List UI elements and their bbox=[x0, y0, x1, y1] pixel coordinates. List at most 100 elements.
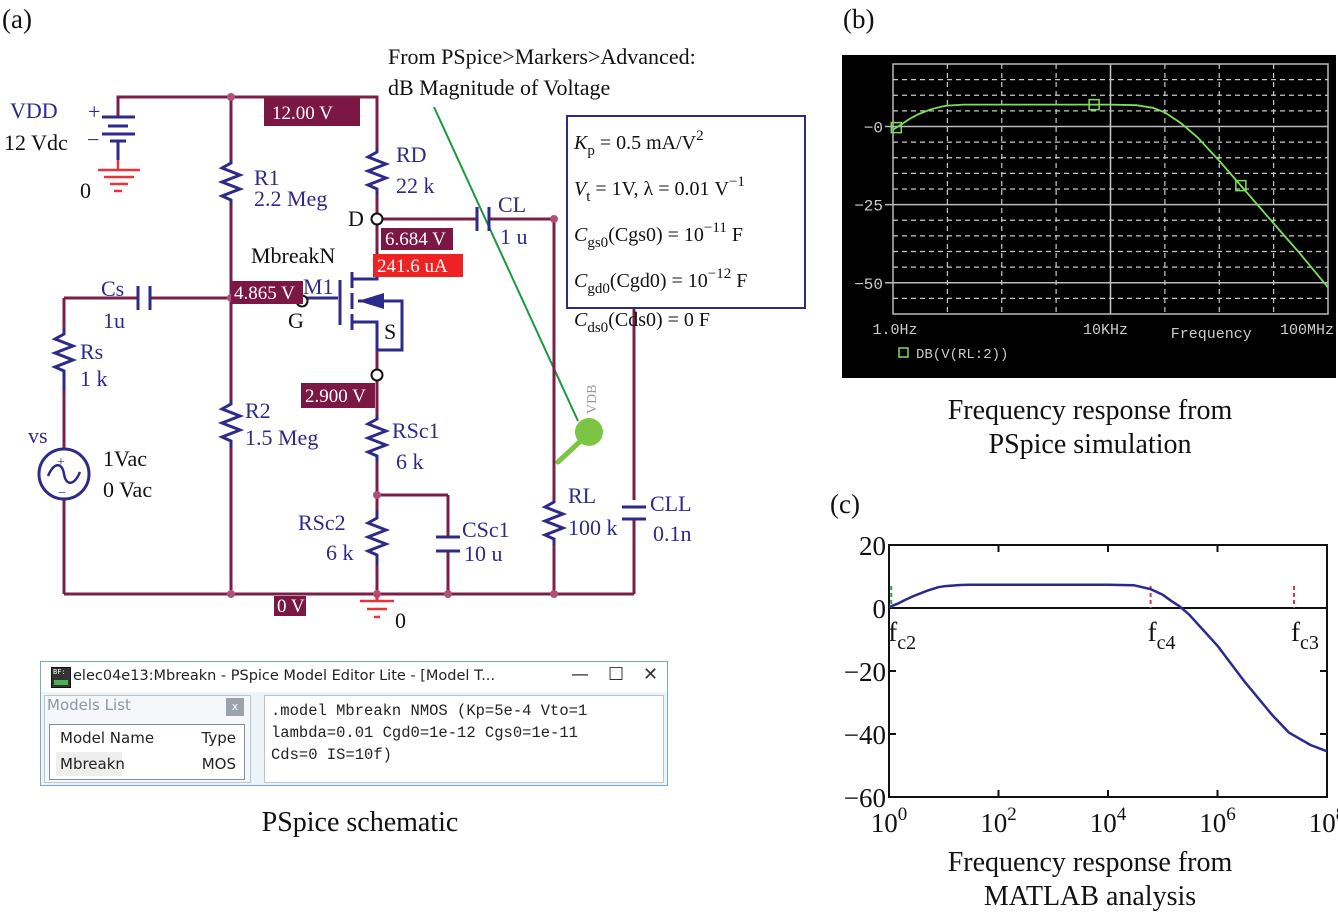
svg-text:12.00 V: 12.00 V bbox=[272, 103, 333, 124]
window-title: elec04e13:Mbreakn - PSpice Model Editor … bbox=[73, 668, 496, 684]
svg-text:6.684 V: 6.684 V bbox=[385, 229, 446, 250]
vdd-value: 12 Vdc bbox=[4, 130, 68, 155]
y-tick-label: −50 bbox=[854, 276, 883, 294]
r2-resistor-icon bbox=[217, 400, 245, 448]
r2-value: 1.5 Meg bbox=[245, 425, 318, 450]
mosfet-arrow-icon bbox=[358, 293, 384, 309]
cs-capacitor-icon bbox=[136, 286, 152, 310]
panel-label-c: (c) bbox=[830, 489, 860, 519]
model-editor-window: BF: elec04e13:Mbreakn - PSpice Model Edi… bbox=[40, 661, 668, 786]
table-row[interactable]: Mbreakn MOS bbox=[50, 751, 244, 777]
ground-icon-main bbox=[360, 594, 394, 619]
y-tick-label: −0 bbox=[864, 120, 883, 138]
annotation-line2: dB Magnitude of Voltage bbox=[388, 75, 610, 100]
series-line bbox=[888, 583, 1328, 753]
svg-text:241.6 uA: 241.6 uA bbox=[377, 256, 448, 277]
svg-text:4.865 V: 4.865 V bbox=[234, 283, 295, 304]
vdd-ground-label: 0 bbox=[80, 178, 91, 203]
panel-label-b: (b) bbox=[843, 4, 875, 34]
gate-label: G bbox=[288, 308, 304, 333]
rd-value: 22 k bbox=[396, 173, 435, 198]
cll-value: 0.1n bbox=[653, 521, 692, 546]
ground-icon-vdd bbox=[98, 160, 140, 193]
y-tick-label: 0 bbox=[873, 594, 887, 624]
cll-name: CLL bbox=[650, 491, 692, 516]
y-tick-label: −25 bbox=[854, 198, 883, 216]
column-model-name[interactable]: Model Name bbox=[60, 729, 154, 747]
legend-marker-icon bbox=[898, 347, 909, 358]
r2-name: R2 bbox=[245, 398, 271, 423]
vs-dc: 0 Vac bbox=[103, 477, 152, 502]
x-tick-label: 1.0Hz bbox=[872, 322, 917, 339]
drain-label: D bbox=[348, 206, 364, 231]
models-list-close-button[interactable]: x bbox=[226, 698, 244, 716]
bias-gate: 4.865 V bbox=[231, 281, 303, 304]
models-list-title: Models List bbox=[47, 696, 131, 714]
model-text-editor[interactable]: .model Mbreakn NMOS (Kp=5e-4 Vto=1 lambd… bbox=[264, 695, 664, 783]
caption-pspice-line1: Frequency response from bbox=[947, 395, 1233, 426]
caption-matlab-line1: Frequency response from bbox=[947, 847, 1233, 878]
vdd-minus: − bbox=[87, 127, 99, 152]
rsc1-resistor-icon bbox=[363, 415, 391, 462]
x-tick-label: 102 bbox=[980, 804, 1017, 838]
caption-pspice-line2: PSpice simulation bbox=[988, 429, 1192, 460]
ac-source-icon: + − bbox=[37, 447, 91, 501]
y-tick-label: −40 bbox=[844, 720, 886, 750]
window-titlebar[interactable]: BF: elec04e13:Mbreakn - PSpice Model Edi… bbox=[41, 662, 667, 692]
column-type[interactable]: Type bbox=[202, 729, 236, 747]
param-kp: Kp = 0.5 mA/V2 bbox=[574, 128, 704, 159]
rsc1-value: 6 k bbox=[396, 449, 424, 474]
row-model-name: Mbreakn bbox=[60, 755, 125, 773]
vdb-probe-label: VDB bbox=[585, 384, 600, 414]
bias-vdd: 12.00 V bbox=[264, 98, 360, 126]
rs-name: Rs bbox=[80, 339, 103, 364]
rs-value: 1 k bbox=[80, 366, 108, 391]
svg-text:+: + bbox=[57, 455, 65, 470]
annotation-line1: From PSpice>Markers>Advanced: bbox=[388, 44, 696, 69]
vs-ac: 1Vac bbox=[103, 446, 147, 471]
close-button[interactable]: ✕ bbox=[643, 664, 658, 685]
svg-text:2.900 V: 2.900 V bbox=[305, 386, 366, 407]
bias-drain: 6.684 V bbox=[381, 228, 453, 250]
drain-terminal bbox=[370, 212, 384, 226]
vs-name: vs bbox=[28, 423, 48, 448]
models-table-header: Model Name Type bbox=[50, 725, 244, 751]
minimize-button[interactable]: — bbox=[571, 664, 589, 685]
vdb-probe-icon bbox=[555, 418, 603, 465]
caption-pspice: Frequency response from PSpice simulatio… bbox=[880, 394, 1300, 462]
x-tick-label: 100MHz bbox=[1280, 322, 1334, 339]
x-tick-label: 106 bbox=[1199, 804, 1236, 838]
param-cds0: Cds0(Cds0) = 0 F bbox=[574, 309, 711, 336]
r1-value: 2.2 Meg bbox=[254, 186, 327, 211]
legend-label: DB(V(RL:2)) bbox=[916, 347, 1008, 363]
param-cgd0: Cgd0(Cgd0) = 10−12 F bbox=[574, 266, 748, 297]
cutoff-label-fc4: fc4 bbox=[1148, 617, 1176, 654]
app-icon: BF: bbox=[51, 667, 71, 688]
cl-name: CL bbox=[498, 192, 526, 217]
vdd-name: VDD bbox=[10, 98, 58, 123]
rsc2-value: 6 k bbox=[326, 540, 354, 565]
maximize-button[interactable]: ☐ bbox=[608, 664, 624, 685]
row-model-type: MOS bbox=[201, 755, 236, 773]
matlab-plot: 200−20−40−60100102104106108fc2fc4fc3 bbox=[844, 531, 1338, 838]
bias-source: 2.900 V bbox=[301, 383, 375, 408]
plot-frame bbox=[888, 544, 1328, 798]
param-vt: Vt = 1V, λ = 0.01 V−1 bbox=[574, 174, 745, 205]
model-parameters-box: Kp = 0.5 mA/V2 Vt = 1V, λ = 0.01 V−1 Cgs… bbox=[566, 115, 806, 336]
cs-name: Cs bbox=[101, 276, 124, 301]
x-tick-label: 100 bbox=[871, 804, 908, 838]
vdd-plus: + bbox=[88, 99, 100, 124]
cl-value: 1 u bbox=[500, 224, 528, 249]
r1-resistor-icon bbox=[217, 160, 245, 205]
vdd-battery-icon bbox=[102, 115, 135, 160]
models-list-panel: Models List x Model Name Type Mbreakn MO… bbox=[44, 695, 251, 783]
m1-name: M1 bbox=[303, 274, 334, 299]
caption-matlab: Frequency response from MATLAB analysis bbox=[880, 846, 1300, 914]
rs-resistor-icon bbox=[50, 328, 78, 390]
csc1-name: CSc1 bbox=[462, 517, 510, 542]
pspice-plot: −0 −25 −50 1.0Hz 10KHz 100MHz Frequency DB(V(RL… bbox=[842, 55, 1336, 378]
source-terminal bbox=[370, 368, 384, 382]
x-tick-label: 108 bbox=[1309, 804, 1338, 838]
models-table: Model Name Type Mbreakn MOS bbox=[49, 724, 245, 780]
wires bbox=[62, 95, 636, 600]
